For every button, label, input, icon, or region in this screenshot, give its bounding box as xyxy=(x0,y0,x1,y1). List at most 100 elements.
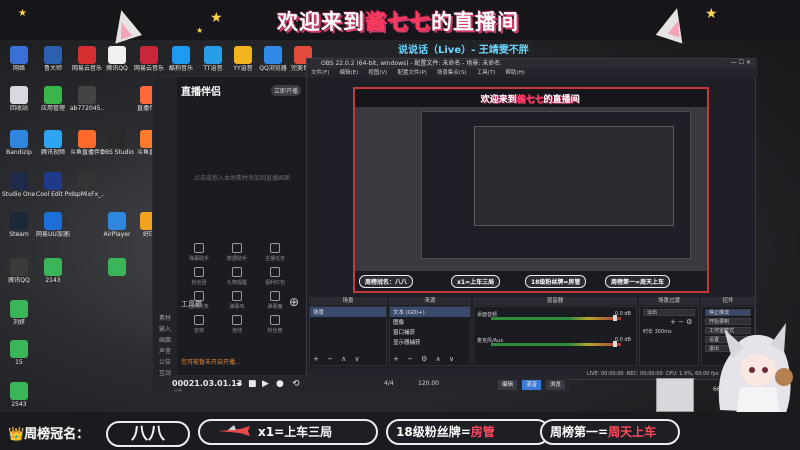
desktop-shortcut[interactable]: 网易云音乐 xyxy=(132,46,166,73)
desktop-shortcut-label: 腾讯QQ xyxy=(106,65,128,72)
desktop-shortcut[interactable]: 鲁大师 xyxy=(36,46,70,73)
tool-button[interactable]: 连线 xyxy=(221,315,253,334)
desktop-shortcut-label: 刘妍 xyxy=(12,319,25,326)
desktop-shortcut[interactable]: 回收站 xyxy=(2,86,36,113)
menu-item[interactable]: 帮助(H) xyxy=(505,70,524,76)
daw-transport-bar[interactable]: 00021.03.01.13 小节 ◂ ■ ▶ ● ⟲ 4/4 120.00 编… xyxy=(152,376,570,394)
companion-side-tab[interactable]: 素材 xyxy=(159,313,171,322)
desktop-shortcut[interactable]: 腾讯视频 xyxy=(36,130,70,157)
volume-slider[interactable] xyxy=(613,315,617,321)
weekly-rank-value: 八八 xyxy=(106,421,190,447)
desktop-shortcut[interactable]: QQ浏览器 xyxy=(256,46,290,73)
tool-icon xyxy=(232,267,242,277)
record-icon[interactable]: ● xyxy=(276,379,284,389)
tool-button[interactable]: 弹幕鸡 xyxy=(221,291,253,310)
app-icon xyxy=(78,172,96,190)
desktop-shortcut[interactable]: 酷狗音乐 xyxy=(164,46,198,73)
desktop-shortcut[interactable]: 腾讯QQ xyxy=(100,46,134,73)
companion-side-tab[interactable]: 画面 xyxy=(159,335,171,344)
tool-button[interactable]: 弹幕魔 xyxy=(259,291,291,310)
daw-tab[interactable]: 浏览 xyxy=(546,380,566,390)
mixer-channel[interactable]: 麦克风/Aux 0.0 dB xyxy=(477,337,633,351)
go-live-tag[interactable]: 立即开播 xyxy=(271,85,302,96)
mixer-dock[interactable]: 桌面音频 0.0 dB 麦克风/Aux 0.0 dB xyxy=(473,306,637,366)
tool-button[interactable]: 粉丝团 xyxy=(183,267,215,286)
desktop-shortcut[interactable]: Cool Edit Pro xyxy=(36,172,70,199)
volume-slider[interactable] xyxy=(613,341,617,347)
daw-tab[interactable]: 编辑 xyxy=(498,380,518,390)
desktop-shortcut[interactable]: Bandizip xyxy=(2,130,36,157)
desktop-shortcut[interactable]: dspMixFx_... 快捷方式 xyxy=(70,172,104,199)
desktop-shortcut[interactable]: OBS Studio xyxy=(100,130,134,157)
app-icon xyxy=(172,46,190,64)
menu-item[interactable]: 场景集合(S) xyxy=(437,70,467,76)
stop-icon[interactable]: ■ xyxy=(248,379,257,389)
desktop-shortcut[interactable] xyxy=(100,258,134,277)
live-companion-window[interactable]: 素材 输入 画面 声音 公告 互动 直播伴侣 立即开播 点击或拖入本地素材添加到直播画面 … xyxy=(152,76,307,377)
star-icon: ★ xyxy=(18,8,27,19)
desktop-shortcut[interactable]: Studio One 5 xyxy=(2,172,36,199)
scene-item[interactable]: 场景 xyxy=(310,307,386,317)
desktop-shortcut[interactable]: Steam xyxy=(2,212,36,239)
desktop-shortcut[interactable]: 网易UU加速器 xyxy=(36,212,70,239)
desktop-shortcut[interactable]: 斗鱼直播伴侣 xyxy=(70,130,104,157)
tool-button[interactable]: 福利红包 xyxy=(259,267,291,286)
obs-window[interactable]: OBS 22.0.2 (64-bit, windows) - 配置文件: 未命名… xyxy=(306,58,757,380)
transition-duration[interactable]: 时长 300ms xyxy=(643,328,695,335)
window-controls[interactable]: — ☐ ✕ xyxy=(731,59,751,66)
tool-button[interactable]: 虚拟形象 xyxy=(183,291,215,310)
obs-preview[interactable]: 欢迎来到酱七七的直播间 周榜冠名：八八 x1=上车三局 18级粉丝牌=房管 周榜第一=… xyxy=(353,87,709,293)
tool-button[interactable]: 数据助手 xyxy=(221,243,253,262)
app-icon xyxy=(44,172,62,190)
source-item[interactable]: 文本 (GDI+) xyxy=(390,307,470,317)
loop-icon[interactable]: ⟲ xyxy=(292,379,300,389)
tool-button[interactable]: 粉丝牌 xyxy=(259,315,291,334)
desktop-shortcut[interactable]: 刘妍 xyxy=(2,300,36,327)
source-item[interactable]: 窗口捕获 xyxy=(390,327,470,337)
desktop-shortcut-label: 网络 xyxy=(12,65,25,72)
desktop-shortcut[interactable]: 2543 xyxy=(2,382,36,409)
source-item[interactable]: 图像 xyxy=(390,317,470,327)
desktop-shortcut[interactable]: AirPlayer xyxy=(100,212,134,239)
menu-item[interactable]: 工具(T) xyxy=(477,70,496,76)
desktop-shortcut[interactable]: 腾讯QQ xyxy=(2,258,36,285)
mixer-channel[interactable]: 桌面音频 0.0 dB xyxy=(477,311,633,325)
companion-side-tab[interactable]: 声音 xyxy=(159,346,171,355)
companion-side-tab[interactable]: 输入 xyxy=(159,324,171,333)
menu-item[interactable]: 配置文件(P) xyxy=(397,70,427,76)
menu-item[interactable]: 视图(V) xyxy=(368,70,387,76)
source-item[interactable]: 显示器捕获 xyxy=(390,337,470,347)
tool-button[interactable]: 弹幕助手 xyxy=(183,243,215,262)
menu-item[interactable]: 编辑(E) xyxy=(339,70,358,76)
companion-side-tab[interactable]: 公告 xyxy=(159,357,171,366)
desktop-shortcut[interactable]: YY语音 xyxy=(226,46,260,73)
desktop-shortcut[interactable]: TT语音 xyxy=(196,46,230,73)
daw-tab[interactable]: 混音 xyxy=(522,380,542,390)
menu-item[interactable]: 文件(F) xyxy=(311,70,329,76)
rewind-icon[interactable]: ◂ xyxy=(236,379,241,389)
source-dock-toolbar[interactable]: + − ⚙ ∧ ∨ xyxy=(393,355,457,363)
plane-icon xyxy=(218,425,250,436)
transition-toolbar[interactable]: + − ⚙ xyxy=(670,318,698,326)
scene-dock-toolbar[interactable]: + − ∧ ∨ xyxy=(313,355,363,363)
app-icon xyxy=(44,212,62,230)
app-icon xyxy=(44,46,62,64)
desktop-shortcut[interactable]: 网络 xyxy=(2,46,36,73)
desktop-shortcut[interactable]: 应用管理 xyxy=(36,86,70,113)
tool-button[interactable]: 音效 xyxy=(183,315,215,334)
tool-icon xyxy=(194,315,204,325)
tool-button[interactable]: 主播任务 xyxy=(259,243,291,262)
desktop-shortcut[interactable]: 网易云音乐 xyxy=(70,46,104,73)
scenes-dock[interactable]: 场景 + − ∧ ∨ xyxy=(309,306,387,366)
tool-button[interactable]: 礼物提醒 xyxy=(221,267,253,286)
desktop-shortcut[interactable]: 2143 xyxy=(36,258,70,285)
transitions-dock-header: 场景过渡 xyxy=(639,297,699,305)
sources-dock[interactable]: 文本 (GDI+) 图像 窗口捕获 显示器捕获 + − ⚙ ∧ ∨ xyxy=(389,306,471,366)
desktop-shortcut[interactable]: ab772045... xyxy=(70,86,104,113)
transition-select[interactable]: 淡出 xyxy=(643,309,695,316)
desktop-shortcut[interactable]: 15 xyxy=(2,340,36,367)
play-icon[interactable]: ▶ xyxy=(262,379,269,389)
desktop-shortcut-label: OBS Studio xyxy=(100,149,134,156)
app-icon xyxy=(78,130,96,148)
transitions-dock[interactable]: 淡出 + − ⚙ 时长 300ms xyxy=(639,306,699,366)
